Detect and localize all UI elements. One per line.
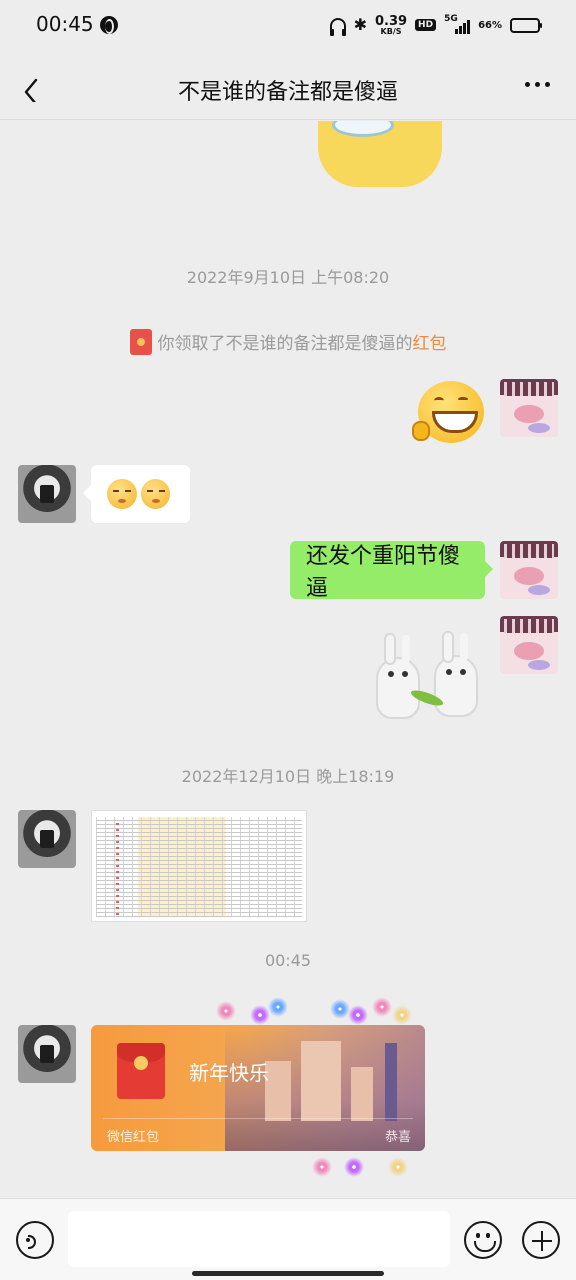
chat-header: 不是谁的备注都是傻逼	[0, 52, 576, 120]
emoji-face-icon	[107, 479, 137, 509]
chat-title: 不是谁的备注都是傻逼	[177, 80, 398, 105]
hd-badge: HD	[415, 19, 437, 31]
voice-icon[interactable]	[16, 1221, 54, 1259]
red-packet-link[interactable]: 红包	[413, 334, 447, 354]
network-speed-value: 0.39	[374, 13, 408, 29]
contact-avatar[interactable]	[18, 1025, 76, 1083]
system-message-text: 你领取了不是谁的备注都是傻逼的	[157, 334, 413, 354]
network-speed: 0.39 KB/S	[375, 15, 407, 36]
red-packet-label: 微信红包	[107, 1130, 160, 1145]
divider	[103, 1118, 413, 1119]
firework-icon	[372, 997, 392, 1017]
battery-percent: 66%	[478, 19, 502, 31]
status-indicators: ✱ 0.39 KB/S HD 5G 66%	[329, 12, 542, 38]
chat-messages[interactable]: 2022年9月10日 上午08:20 你领取了不是谁的备注都是傻逼的红包 还发个…	[0, 121, 576, 1198]
contact-avatar[interactable]	[18, 810, 76, 868]
grin-sticker[interactable]	[412, 381, 484, 443]
my-avatar[interactable]	[500, 379, 558, 437]
rabbits-sticker[interactable]	[368, 631, 482, 721]
emoji-face-icon	[140, 479, 170, 509]
battery-icon	[510, 17, 542, 33]
timestamp: 2022年9月10日 上午08:20	[186, 268, 390, 287]
red-packet-title: 新年快乐	[189, 1061, 269, 1085]
bluetooth-icon: ✱	[353, 15, 367, 34]
input-bar	[0, 1198, 576, 1280]
firework-icon	[268, 997, 288, 1017]
red-packet-icon	[117, 1043, 165, 1099]
smiley-icon[interactable]	[464, 1221, 502, 1259]
firework-icon	[344, 1157, 364, 1177]
red-packet-cover-label: 恭喜	[384, 1130, 411, 1145]
headphones-icon	[329, 18, 346, 36]
emoji-message[interactable]	[83, 465, 190, 523]
status-bar: 00:45 ✱ 0.39 KB/S HD 5G 66%	[0, 0, 576, 52]
signal-icon: 5G	[444, 14, 471, 34]
my-avatar[interactable]	[500, 616, 558, 674]
firework-icon	[312, 1157, 332, 1177]
ellipsis-icon[interactable]	[525, 82, 550, 87]
firework-icon	[250, 1005, 270, 1025]
network-speed-unit: KB/S	[380, 26, 402, 36]
firework-icon	[348, 1005, 368, 1025]
firework-icon	[392, 1005, 412, 1025]
my-avatar[interactable]	[500, 541, 558, 599]
home-indicator[interactable]	[192, 1271, 384, 1276]
sticker-partial[interactable]	[318, 121, 442, 187]
timestamp: 2022年12月10日 晚上18:19	[181, 767, 395, 786]
firework-icon	[388, 1157, 408, 1177]
firework-icon	[216, 1001, 236, 1021]
globe-icon	[100, 16, 118, 34]
status-time: 00:45	[36, 12, 94, 36]
red-packet-message[interactable]: 新年快乐 微信红包 恭喜	[91, 1025, 425, 1151]
text-message[interactable]: 还发个重阳节傻逼	[290, 541, 493, 601]
plus-icon[interactable]	[522, 1221, 560, 1259]
system-message: 你领取了不是谁的备注都是傻逼的红包	[0, 329, 576, 355]
message-input[interactable]	[68, 1211, 450, 1267]
contact-avatar[interactable]	[18, 465, 76, 523]
spreadsheet-image[interactable]	[91, 810, 307, 922]
timestamp: 00:45	[264, 951, 312, 970]
red-packet-icon	[129, 329, 152, 355]
firework-icon	[330, 999, 350, 1019]
